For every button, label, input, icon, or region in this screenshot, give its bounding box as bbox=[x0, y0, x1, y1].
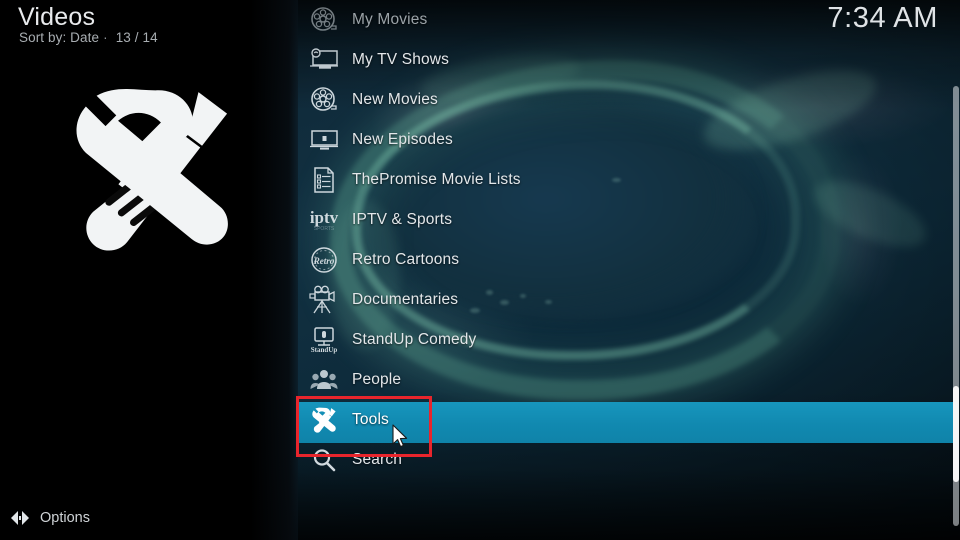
film-reel-icon bbox=[304, 83, 344, 117]
people-group-icon bbox=[304, 363, 344, 397]
iptv-logo-text: iptv bbox=[310, 208, 339, 227]
menu-item-label: Retro Cartoons bbox=[352, 251, 460, 268]
tv-screen-icon bbox=[304, 123, 344, 157]
left-info-panel: Videos Sort by: Date · 13 / 14 Options bbox=[0, 0, 298, 540]
movie-camera-tripod-icon bbox=[304, 283, 344, 317]
menu-item-label: My TV Shows bbox=[352, 51, 449, 68]
options-label: Options bbox=[40, 510, 90, 526]
menu-item-label: Search bbox=[352, 451, 403, 468]
page-title: Videos bbox=[18, 3, 96, 31]
menu-item-thepromise-movie-lists[interactable]: ThePromise Movie Lists bbox=[298, 160, 953, 200]
tools-icon bbox=[304, 403, 344, 437]
separator-dot: · bbox=[103, 30, 108, 45]
menu-item-label: Documentaries bbox=[352, 291, 459, 308]
video-menu-list[interactable]: My Movies My TV Shows New Movies New Epi… bbox=[298, 0, 960, 540]
left-right-arrows-icon bbox=[8, 506, 32, 530]
menu-item-retro-cartoons[interactable]: Retro Retro Cartoons bbox=[298, 240, 953, 280]
checklist-document-icon bbox=[304, 163, 344, 197]
menu-item-label: IPTV & Sports bbox=[352, 211, 453, 228]
sort-and-position-line: Sort by: Date · 13 / 14 bbox=[19, 30, 158, 45]
menu-item-label: Tools bbox=[352, 411, 389, 428]
menu-item-documentaries[interactable]: Documentaries bbox=[298, 280, 953, 320]
tools-icon bbox=[76, 89, 228, 251]
menu-item-label: ThePromise Movie Lists bbox=[352, 171, 521, 188]
tv-screen-icon bbox=[304, 43, 344, 77]
film-reel-icon bbox=[304, 3, 344, 37]
iptv-logo-icon: iptv SPORTS bbox=[304, 203, 344, 237]
menu-item-iptv-and-sports[interactable]: iptv SPORTS IPTV & Sports bbox=[298, 200, 953, 240]
menu-item-people[interactable]: People bbox=[298, 360, 953, 400]
menu-item-label: People bbox=[352, 371, 402, 388]
standup-stage-icon: StandUp bbox=[304, 323, 344, 357]
menu-item-my-tv-shows[interactable]: My TV Shows bbox=[298, 40, 953, 80]
sort-label: Sort by: Date bbox=[19, 30, 100, 45]
item-position-count: 13 / 14 bbox=[115, 30, 158, 45]
menu-item-label: StandUp Comedy bbox=[352, 331, 477, 348]
menu-item-standup-comedy[interactable]: StandUp StandUp Comedy bbox=[298, 320, 953, 360]
standup-logo-text: StandUp bbox=[311, 346, 338, 354]
retro-logo-text: Retro bbox=[313, 256, 335, 266]
menu-item-label: New Movies bbox=[352, 91, 438, 108]
menu-item-new-movies[interactable]: New Movies bbox=[298, 80, 953, 120]
magnifier-icon bbox=[304, 443, 344, 477]
arrow-pointer-icon bbox=[392, 424, 408, 448]
menu-item-new-episodes[interactable]: New Episodes bbox=[298, 120, 953, 160]
list-scrollbar[interactable] bbox=[953, 86, 959, 526]
options-button[interactable]: Options bbox=[0, 496, 298, 540]
retro-badge-icon: Retro bbox=[304, 243, 344, 277]
scrollbar-thumb[interactable] bbox=[953, 386, 959, 482]
menu-item-label: New Episodes bbox=[352, 131, 453, 148]
kodi-video-menu-screen: Videos Sort by: Date · 13 / 14 Options 7… bbox=[0, 0, 960, 540]
menu-item-my-movies[interactable]: My Movies bbox=[298, 0, 953, 40]
menu-item-label: My Movies bbox=[352, 11, 428, 28]
svg-text:SPORTS: SPORTS bbox=[314, 226, 335, 232]
